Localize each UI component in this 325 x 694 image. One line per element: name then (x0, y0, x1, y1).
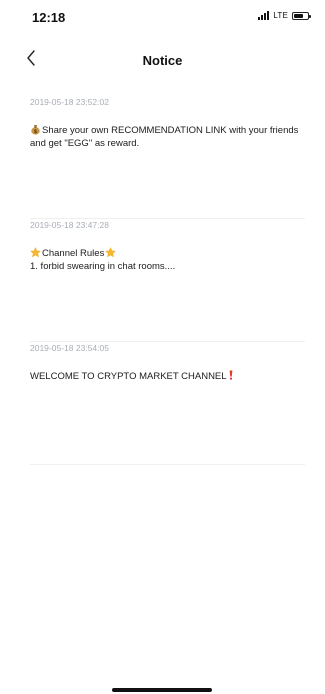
page-title: Notice (142, 53, 183, 68)
notice-text: WELCOME TO CRYPTO MARKET CHANNEL (30, 371, 227, 382)
notice-body: $ Share your own RECOMMENDATION LINK wit… (30, 124, 302, 149)
exclamation-icon (229, 370, 233, 382)
status-time: 12:18 (32, 10, 66, 25)
notice-item[interactable]: 2019-05-18 23:47:28 Channel Rules 1. for… (30, 219, 305, 342)
notice-body: WELCOME TO CRYPTO MARKET CHANNEL (30, 370, 302, 382)
status-bar: 12:18 LTE (0, 0, 325, 34)
notice-text: Share your own RECOMMENDATION LINK with … (30, 125, 299, 149)
signal-icon (258, 11, 270, 20)
notice-body: Channel Rules 1. forbid swearing in chat… (30, 247, 302, 272)
star-icon (30, 247, 41, 261)
notice-item[interactable]: 2019-05-18 23:54:05 WELCOME TO CRYPTO MA… (30, 342, 305, 465)
notice-item[interactable]: 2019-05-18 23:52:02 $ Share your own REC… (30, 96, 305, 219)
notice-timestamp: 2019-05-18 23:52:02 (30, 97, 109, 107)
svg-text:$: $ (34, 129, 38, 135)
notice-title-line: Channel Rules (30, 247, 302, 261)
home-indicator[interactable] (112, 688, 212, 692)
notice-timestamp: 2019-05-18 23:54:05 (30, 343, 109, 353)
nav-bar: Notice (0, 44, 325, 76)
status-indicators: LTE (258, 11, 311, 20)
notice-list: 2019-05-18 23:52:02 $ Share your own REC… (30, 96, 305, 465)
money-bag-icon: $ (30, 124, 41, 138)
notice-text: 1. forbid swearing in chat rooms.... (30, 261, 176, 272)
battery-icon (292, 11, 311, 20)
star-icon (105, 247, 117, 261)
notice-title: Channel Rules (42, 248, 105, 259)
notice-timestamp: 2019-05-18 23:47:28 (30, 220, 109, 230)
network-label: LTE (273, 11, 288, 20)
